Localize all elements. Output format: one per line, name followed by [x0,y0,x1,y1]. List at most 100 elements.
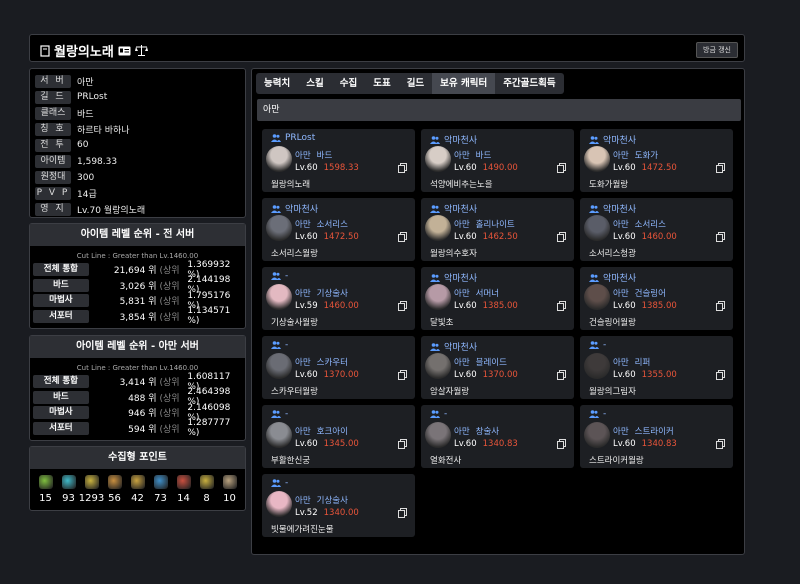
copy-icon[interactable] [398,370,407,380]
character-card[interactable]: - 아만 스카우터 Lv.60 1370.00 스카우터월랑 [262,336,415,399]
info-value: 바드 [77,109,94,120]
character-card[interactable]: 악마천사 아만 블레이드 Lv.60 1370.00 암살자월랑 [421,336,574,399]
copy-icon[interactable] [398,232,407,242]
collection-item[interactable]: 93 [58,475,80,504]
character-card[interactable]: - 아만 기상술사 Lv.52 1340.00 빗물에가려진눈물 [262,474,415,537]
info-label: 길 드 [35,90,71,104]
character-level: Lv.60 [613,301,636,311]
character-card[interactable]: - 아만 기상술사 Lv.59 1460.00 기상술사월랑 [262,267,415,330]
copy-icon[interactable] [557,232,566,242]
character-card[interactable]: PRLost 아만 바드 Lv.60 1598.33 월랑의노래 [262,129,415,192]
character-server-class: 아만 건슬링어 [613,287,666,299]
character-item-level: 1460.00 [323,301,359,311]
tab-2[interactable]: 스킬 [298,73,331,94]
character-item-level: 1472.50 [641,163,677,173]
tab-5[interactable]: 길드 [399,73,432,94]
character-class: 스트라이커 [634,427,674,437]
avatar [266,284,292,310]
character-level: Lv.60 [295,370,318,380]
copy-icon[interactable] [557,439,566,449]
avatar [425,146,451,172]
character-card[interactable]: - 아만 창술사 Lv.60 1340.83 열화전사 [421,405,574,468]
tab-1[interactable]: 능력치 [256,73,298,94]
collection-item[interactable]: 1293 [79,475,104,504]
info-label: 서 버 [35,74,71,88]
character-card[interactable]: 악마천사 아만 서머너 Lv.60 1385.00 달빛초 [421,267,574,330]
collection-item[interactable]: 42 [127,475,149,504]
character-server: 아만 [613,289,629,299]
character-card[interactable]: 악마천사 아만 건슬링어 Lv.60 1385.00 건슬링어월랑 [580,267,733,330]
copy-icon[interactable] [557,163,566,173]
copy-icon[interactable] [398,163,407,173]
info-label: 원정대 [35,171,71,185]
character-card[interactable]: 악마천사 아만 소서리스 Lv.60 1460.00 소서리스청광 [580,198,733,261]
character-card[interactable]: 악마천사 아만 소서리스 Lv.60 1472.50 소서리스월랑 [262,198,415,261]
scale-icon[interactable] [134,45,148,56]
character-card[interactable]: - 아만 스트라이커 Lv.60 1340.83 스트라이커월랑 [580,405,733,468]
character-name: 소서리스청광 [589,249,636,259]
collection-item[interactable]: 15 [35,475,57,504]
character-card[interactable]: 악마천사 아만 바드 Lv.60 1490.00 석양에비추는노을 [421,129,574,192]
character-item-level: 1385.00 [641,301,677,311]
character-level-row: Lv.60 1462.50 [454,232,518,242]
copy-icon[interactable] [716,163,725,173]
character-server-class: 아만 리퍼 [613,356,650,368]
users-icon [430,410,440,418]
copy-icon[interactable] [557,370,566,380]
collection-item[interactable]: 8 [196,475,218,504]
character-level-row: Lv.59 1460.00 [295,301,359,311]
id-card-icon[interactable] [118,46,131,56]
main-panel: 능력치 스킬 수집 도표 길드 보유 캐릭터 주간골드획득 아만 PRLost 아만 바드 Lv.… [251,68,745,555]
users-icon [589,410,599,418]
users-icon [589,204,599,213]
character-name: 소서리스월랑 [271,249,318,259]
character-name: 빗물에가려진눈물 [271,525,334,535]
info-row: 길 드 PRLost [35,89,240,105]
character-card[interactable]: 악마천사 아만 도화가 Lv.60 1472.50 도화가월랑 [580,129,733,192]
copy-icon[interactable] [716,439,725,449]
character-level: Lv.60 [295,232,318,242]
collection-item[interactable]: 10 [219,475,241,504]
character-guild: 악마천사 [430,133,477,146]
character-card[interactable]: - 아만 호크아이 Lv.60 1345.00 부활한신궁 [262,405,415,468]
tab-3[interactable]: 수집 [332,73,365,94]
copy-icon[interactable] [716,301,725,311]
copy-icon[interactable] [716,370,725,380]
tab-6[interactable]: 보유 캐릭터 [432,73,496,94]
collection-points-panel: 수집형 포인트 15 93 1293 56 42 73 14 8 10 [29,446,246,511]
character-name: 도화가월랑 [589,180,629,190]
collection-item[interactable]: 14 [173,475,195,504]
rank-all-title: 아이템 레벨 순위 - 전 서버 [30,224,245,246]
guild-name: - [285,340,289,350]
collection-item[interactable]: 73 [150,475,172,504]
refresh-button[interactable]: 방금 갱신 [696,42,738,58]
character-card[interactable]: 악마천사 아만 홀리나이트 Lv.60 1462.50 월랑의수호자 [421,198,574,261]
avatar [266,215,292,241]
avatar [584,146,610,172]
copy-icon[interactable] [398,439,407,449]
character-level: Lv.52 [295,508,318,518]
character-server: 아만 [454,220,470,230]
tab-7[interactable]: 주간골드획득 [495,73,563,94]
copy-icon[interactable] [716,232,725,242]
copy-icon[interactable] [557,301,566,311]
character-item-level: 1385.00 [482,301,518,311]
character-item-level: 1460.00 [641,232,677,242]
avatar [584,215,610,241]
character-guild: - [271,340,288,350]
character-level: Lv.60 [613,163,636,173]
character-class: 스카우터 [316,358,348,368]
copy-icon[interactable] [398,508,407,518]
voyage-icon [130,475,145,489]
character-class: 건슬링어 [634,289,666,299]
character-level: Lv.60 [295,439,318,449]
info-row: 클래스 바드 [35,105,240,121]
collection-item[interactable]: 56 [104,475,126,504]
rank-top-label: (상위 [159,393,180,404]
character-level: Lv.60 [454,301,477,311]
character-card[interactable]: - 아만 리퍼 Lv.60 1355.00 월랑의그림자 [580,336,733,399]
character-name: 월랑의그림자 [589,387,636,397]
copy-icon[interactable] [398,301,407,311]
character-guild: 악마천사 [430,271,477,284]
tab-4[interactable]: 도표 [365,73,398,94]
